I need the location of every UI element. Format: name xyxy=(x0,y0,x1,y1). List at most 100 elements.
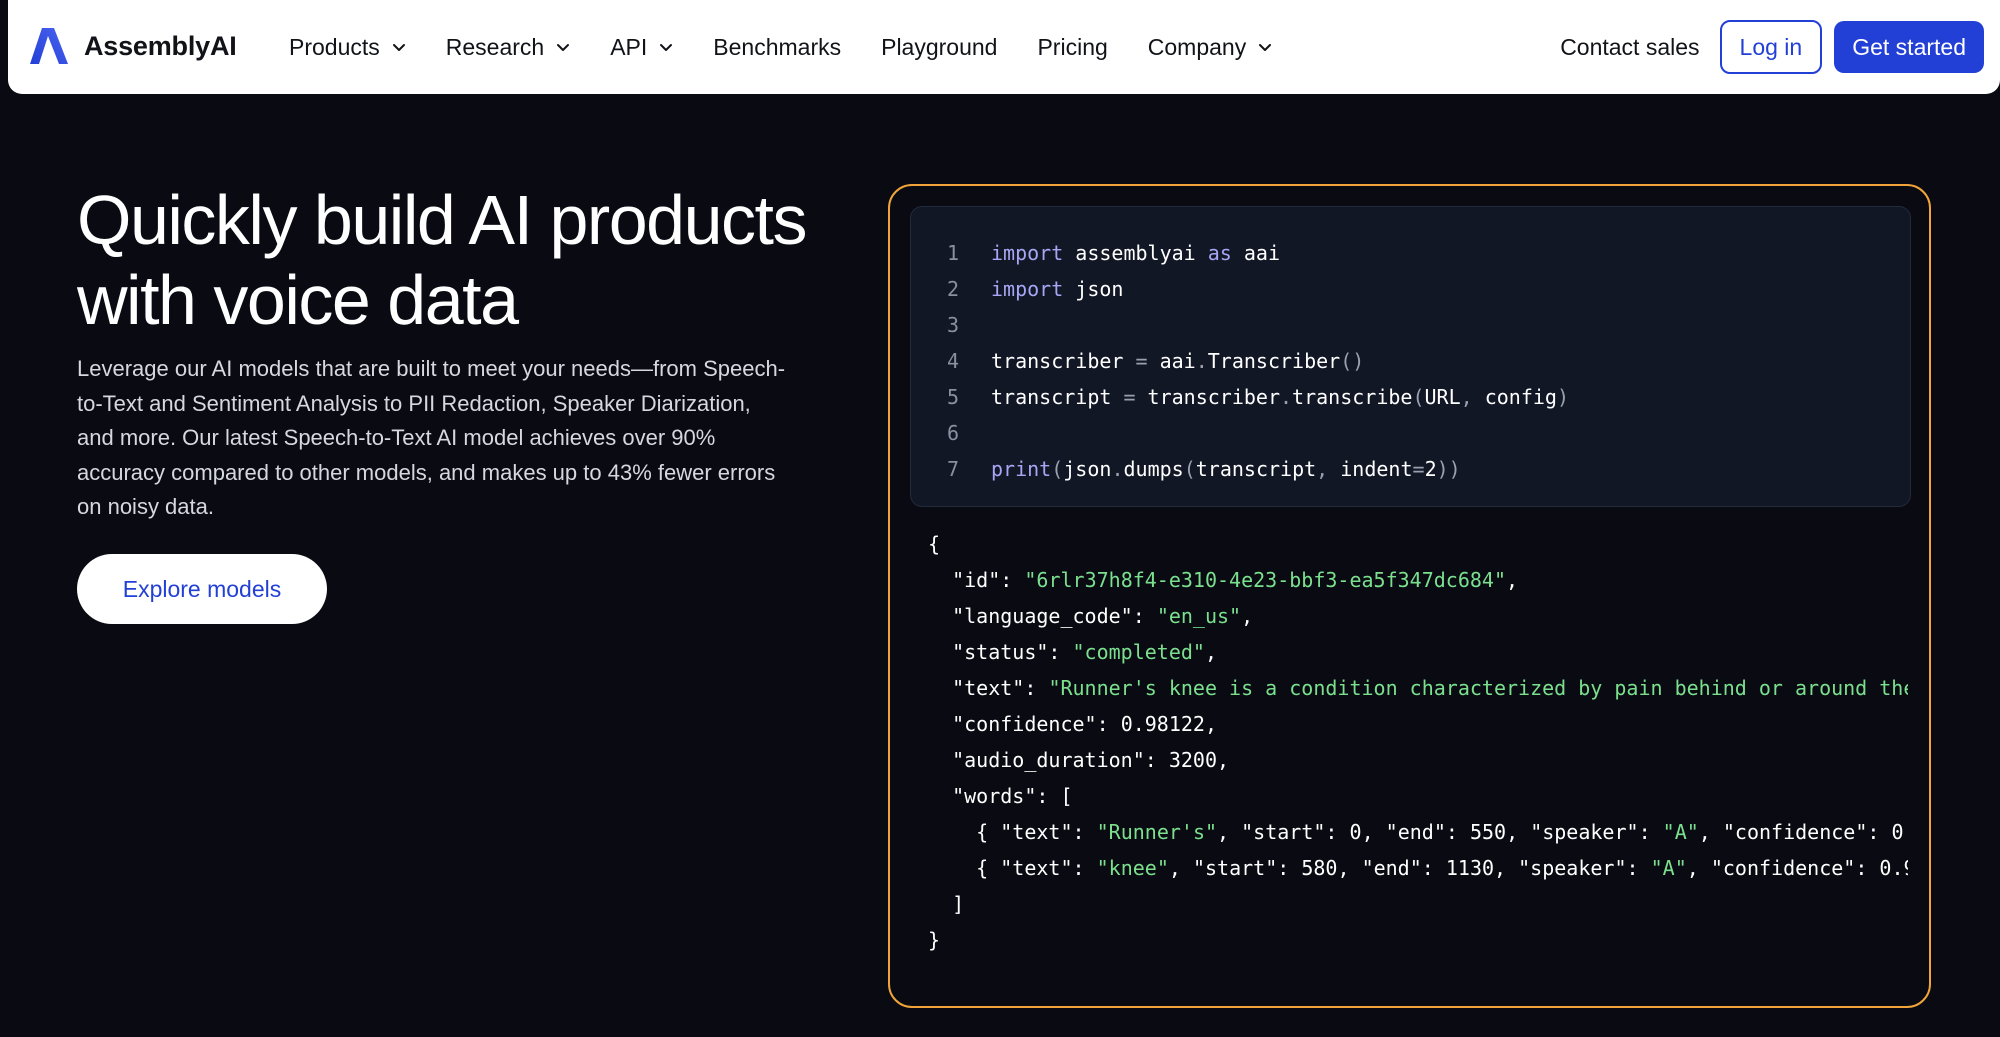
json-line: "text": "Runner's knee is a condition ch… xyxy=(928,670,1908,706)
json-punct: { xyxy=(976,820,1001,844)
json-key: "speaker" xyxy=(1518,856,1627,880)
json-punct: } xyxy=(928,928,941,952)
json-key: "end" xyxy=(1385,820,1446,844)
json-key: "end" xyxy=(1361,856,1422,880)
code-text: import assemblyai as aai xyxy=(991,241,1280,265)
nav-item-playground[interactable]: Playground xyxy=(881,34,997,61)
logo-text: AssemblyAI xyxy=(84,30,237,61)
json-punct: { xyxy=(928,532,941,556)
code-operator: , xyxy=(1316,457,1329,481)
code-token: transcript xyxy=(991,385,1124,409)
explore-models-button[interactable]: Explore models xyxy=(77,554,327,624)
hero-desc-line: to-Text and Sentiment Analysis to PII Re… xyxy=(77,390,751,416)
json-key: "words" xyxy=(952,784,1037,808)
code-token: assemblyai xyxy=(1063,241,1208,265)
nav-item-pricing[interactable]: Pricing xyxy=(1037,34,1107,61)
code-token: transcribe xyxy=(1292,385,1413,409)
json-number: 0 xyxy=(1891,820,1904,844)
json-punct: { xyxy=(976,856,1001,880)
json-key: "confidence" xyxy=(1722,820,1868,844)
json-number: 0 xyxy=(1349,820,1362,844)
logo[interactable]: AssemblyAI xyxy=(28,26,237,66)
code-operator: = xyxy=(1135,349,1148,373)
code-editor: 1 import assemblyai as aai 2 import json… xyxy=(910,206,1911,507)
json-number: 580 xyxy=(1301,856,1338,880)
json-string: "Runner's" xyxy=(1096,820,1218,844)
json-string: "en_us" xyxy=(1156,604,1242,628)
nav-links: Products Research API Benchmarks Playgro… xyxy=(289,0,1312,94)
code-token: transcriber xyxy=(991,349,1136,373)
code-keyword: import xyxy=(991,277,1064,301)
hero-title: Quickly build AI products with voice dat… xyxy=(77,180,857,340)
nav-item-benchmarks[interactable]: Benchmarks xyxy=(713,34,841,61)
json-key: "confidence" xyxy=(1710,856,1856,880)
get-started-button[interactable]: Get started xyxy=(1834,21,1984,73)
nav-item-api[interactable]: API xyxy=(610,34,673,61)
json-key: "status" xyxy=(952,640,1049,664)
code-line: 2 import json xyxy=(911,271,1124,307)
code-token: json xyxy=(1063,457,1112,481)
json-line: "words": [ xyxy=(952,784,1073,808)
assemblyai-logo-icon xyxy=(30,28,68,64)
contact-sales-link[interactable]: Contact sales xyxy=(1560,34,1699,61)
chevron-down-icon xyxy=(557,44,570,51)
code-operator: ( xyxy=(1051,457,1064,481)
hero-title-line: with voice data xyxy=(77,261,519,339)
line-number: 6 xyxy=(946,421,959,445)
line-number: 7 xyxy=(946,457,959,481)
code-line: 7 print(json.dumps(transcript, indent=2)… xyxy=(911,451,1461,487)
json-string: "A" xyxy=(1662,820,1699,844)
json-key: "confidence" xyxy=(952,712,1097,736)
hero-desc-line: accuracy compared to other models, and m… xyxy=(77,459,776,485)
login-button[interactable]: Log in xyxy=(1719,20,1823,74)
json-line: { "text": "Runner's", "start": 0, "end":… xyxy=(976,820,1904,844)
chevron-down-icon xyxy=(392,44,405,51)
code-line: 5 transcript = transcriber.transcribe(UR… xyxy=(911,379,1569,415)
line-number: 3 xyxy=(946,313,959,337)
code-operator: . xyxy=(1111,457,1124,481)
json-string: "A" xyxy=(1650,856,1687,880)
nav-item-label: API xyxy=(610,33,648,60)
json-key: "text" xyxy=(1000,820,1073,844)
code-token: 2 xyxy=(1424,457,1437,481)
json-key: "start" xyxy=(1192,856,1278,880)
json-key: "id" xyxy=(952,568,1001,592)
line-number: 2 xyxy=(946,277,959,301)
json-key: "speaker" xyxy=(1530,820,1639,844)
nav-item-label: Playground xyxy=(881,33,998,60)
json-key: "text" xyxy=(1000,856,1073,880)
nav-item-label: Research xyxy=(445,33,545,60)
nav-item-company[interactable]: Company xyxy=(1148,34,1272,61)
json-key: "audio_duration" xyxy=(952,748,1145,772)
code-line: 3 xyxy=(911,307,959,343)
json-number: 550 xyxy=(1469,820,1507,844)
code-operator: = xyxy=(1412,457,1425,481)
json-line: } xyxy=(928,922,940,958)
code-line: 4 transcriber = aai.Transcriber() xyxy=(911,343,1364,379)
json-number: 0.98122 xyxy=(1120,712,1205,736)
code-token: transcript xyxy=(1195,457,1317,481)
nav-item-products[interactable]: Products xyxy=(289,34,406,61)
json-line: "language_code": "en_us", xyxy=(952,604,1254,628)
hero-desc-line: Leverage our AI models that are built to… xyxy=(77,356,786,381)
json-string: "Runner's knee is a condition characteri… xyxy=(1048,676,1908,700)
code-text: transcript = transcriber.transcribe(URL,… xyxy=(991,385,1569,409)
code-operator: () xyxy=(1340,349,1365,373)
code-demo-panel: 1 import assemblyai as aai 2 import json… xyxy=(888,184,1931,1008)
nav-item-label: Products xyxy=(289,33,380,60)
code-operator: , xyxy=(1460,385,1473,409)
json-output: { "id": "6rlr37h8f4-e310-4e23-bbf3-ea5f3… xyxy=(928,526,1908,996)
json-number: 0.9 xyxy=(1879,856,1908,880)
hero-description: Leverage our AI models that are built to… xyxy=(77,352,817,525)
nav-item-research[interactable]: Research xyxy=(446,34,570,61)
hero-desc-line: on noisy data. xyxy=(77,494,214,519)
json-line: "status": "completed", xyxy=(952,640,1218,664)
code-token: dumps xyxy=(1123,457,1184,481)
code-operator: ( xyxy=(1412,385,1425,409)
nav-item-label: Benchmarks xyxy=(713,33,842,60)
code-token: json xyxy=(1063,277,1124,301)
code-operator: )) xyxy=(1436,457,1461,481)
code-token: config xyxy=(1472,385,1557,409)
code-operator: . xyxy=(1195,349,1208,373)
code-text: transcriber = aai.Transcriber() xyxy=(991,349,1364,373)
